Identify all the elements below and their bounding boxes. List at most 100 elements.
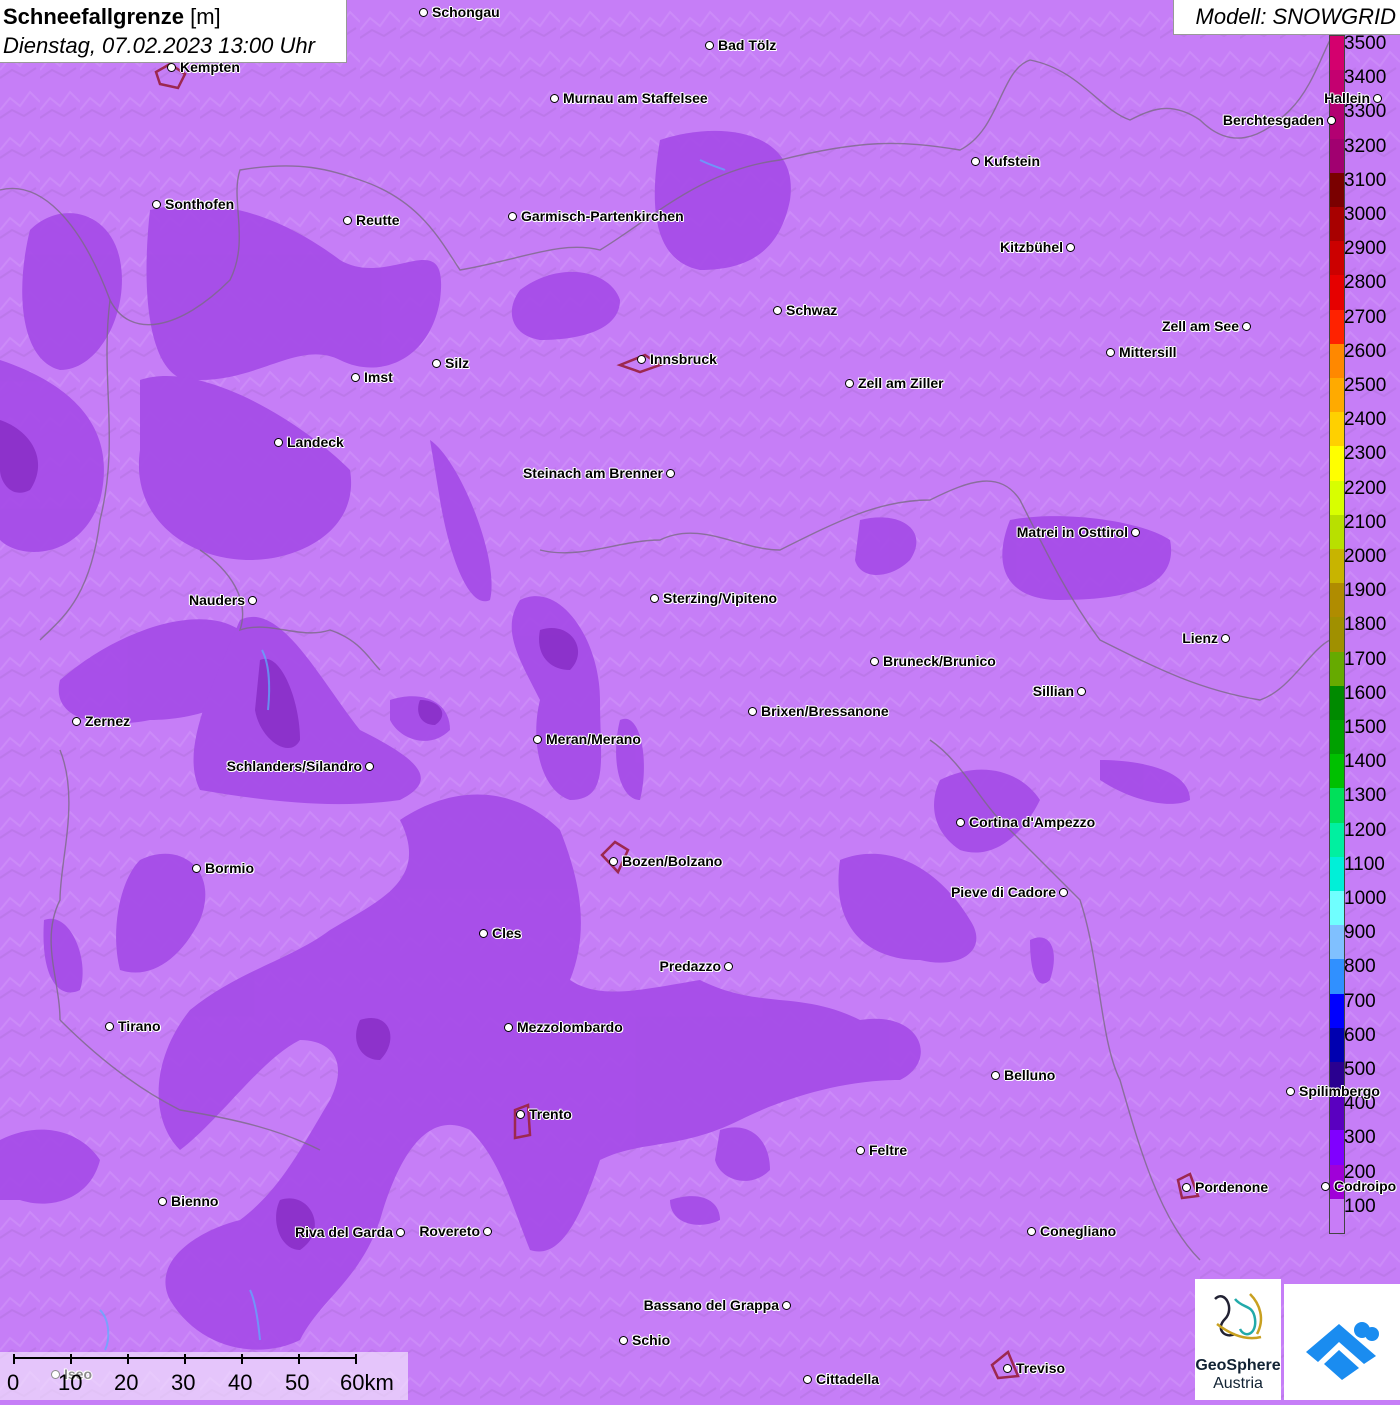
city-marker-icon (666, 469, 675, 478)
legend-label: 2600 (1344, 340, 1387, 362)
legend-label: 2400 (1344, 409, 1387, 431)
legend-swatch (1330, 685, 1344, 721)
city-marker-icon (516, 1110, 525, 1119)
city-marker-icon (343, 216, 352, 225)
city-label: Hallein (1324, 90, 1370, 106)
scale-label: 50 (285, 1370, 310, 1395)
legend-label: 1400 (1344, 751, 1387, 773)
legend-label: 1700 (1344, 648, 1387, 670)
city-marker-icon (971, 157, 980, 166)
city-marker-icon (650, 594, 659, 603)
city-label: Bienno (171, 1193, 219, 1209)
mountain-app-logo[interactable] (1284, 1284, 1400, 1400)
city-marker-icon (609, 857, 618, 866)
legend-swatch (1330, 583, 1344, 618)
city-marker-icon (504, 1023, 513, 1032)
legend-swatch (1330, 617, 1344, 653)
legend-swatch (1330, 788, 1344, 824)
legend-label: 1500 (1344, 717, 1387, 738)
city-label: Kempten (180, 59, 240, 75)
scale-label: 20 (114, 1370, 139, 1395)
legend-swatch (1330, 651, 1344, 687)
city-label: Feltre (869, 1142, 908, 1158)
scale-label: 10 (58, 1370, 83, 1395)
city-label: Cles (492, 925, 522, 941)
city-marker-icon (152, 200, 161, 209)
city-label: Bruneck/Brunico (883, 653, 996, 669)
city-marker-icon (1131, 528, 1140, 537)
legend-label: 2000 (1344, 546, 1387, 567)
legend-label: 1000 (1344, 888, 1387, 909)
legend-label: 900 (1344, 922, 1376, 944)
city-marker-icon (158, 1197, 167, 1206)
city-marker-icon (351, 373, 360, 382)
legend-swatch (1330, 549, 1344, 584)
legend-swatch (1330, 1198, 1344, 1234)
city-label: Steinach am Brenner (522, 465, 663, 481)
city-label: Matrei in Osttirol (1016, 524, 1128, 540)
city-label: Trento (529, 1106, 572, 1122)
legend-label: 300 (1344, 1127, 1376, 1149)
legend-label: 500 (1344, 1059, 1376, 1080)
city-marker-icon (870, 657, 879, 666)
legend-swatch (1330, 891, 1344, 926)
city-label: Treviso (1016, 1360, 1066, 1376)
city-label: Brixen/Bressanone (761, 703, 889, 719)
legend-swatch (1330, 378, 1344, 413)
city-label: Mezzolombardo (517, 1019, 623, 1035)
city-label: Murnau am Staffelsee (563, 90, 708, 106)
legend-label: 600 (1344, 1024, 1376, 1046)
legend-label: 1900 (1344, 580, 1387, 602)
city-marker-icon (192, 864, 201, 873)
city-label: Schongau (432, 4, 500, 20)
legend-label: 3500 (1344, 33, 1387, 54)
city-marker-icon (705, 41, 714, 50)
legend-swatch (1330, 343, 1344, 379)
city-marker-icon (396, 1228, 405, 1237)
city-label: Riva del Garda (294, 1224, 393, 1240)
city-marker-icon (1066, 243, 1075, 252)
city-marker-icon (479, 929, 488, 938)
city-marker-icon (419, 8, 428, 17)
city-label: Tirano (118, 1018, 161, 1034)
legend-label: 3000 (1344, 204, 1387, 225)
legend-swatch (1330, 172, 1344, 208)
legend-label: 700 (1344, 990, 1376, 1012)
legend-swatch (1330, 480, 1344, 516)
city-marker-icon (1286, 1087, 1295, 1096)
city-marker-icon (274, 438, 283, 447)
city-label: Landeck (287, 434, 344, 450)
city-label: Sonthofen (165, 196, 235, 212)
legend-swatch (1330, 959, 1344, 995)
legend-swatch (1330, 241, 1344, 276)
city-label: Cittadella (816, 1371, 880, 1387)
legend-label: 2500 (1344, 375, 1387, 396)
city-label: Pieve di Cadore (950, 884, 1056, 900)
city-marker-icon (365, 762, 374, 771)
title-box: Schneefallgrenze [m] Dienstag, 07.02.202… (0, 0, 347, 63)
city-marker-icon (619, 1336, 628, 1345)
city-marker-icon (1321, 1182, 1330, 1191)
legend-swatch (1330, 1027, 1344, 1063)
legend-label: 2300 (1344, 443, 1387, 465)
city-marker-icon (432, 359, 441, 368)
city-marker-icon (637, 355, 646, 364)
city-label: Sillian (1032, 683, 1074, 699)
city-label: Schlanders/Silandro (226, 758, 362, 774)
legend-label: 3400 (1344, 67, 1387, 89)
city-marker-icon (803, 1375, 812, 1384)
city-marker-icon (773, 306, 782, 315)
city-label: Bassano del Grappa (643, 1297, 779, 1313)
legend-swatch (1330, 1096, 1344, 1131)
legend-label: 2200 (1344, 477, 1387, 499)
legend-label: 800 (1344, 956, 1376, 978)
geosphere-austria-logo[interactable]: GeoSphere Austria (1195, 1279, 1281, 1400)
city-marker-icon (1059, 888, 1068, 897)
city-label: Bormio (205, 860, 254, 876)
legend-label: 100 (1344, 1195, 1376, 1217)
city-label: Predazzo (659, 958, 721, 974)
scale-label: 30 (171, 1370, 196, 1395)
city-marker-icon (1027, 1227, 1036, 1236)
city-marker-icon (72, 717, 81, 726)
city-marker-icon (248, 596, 257, 605)
